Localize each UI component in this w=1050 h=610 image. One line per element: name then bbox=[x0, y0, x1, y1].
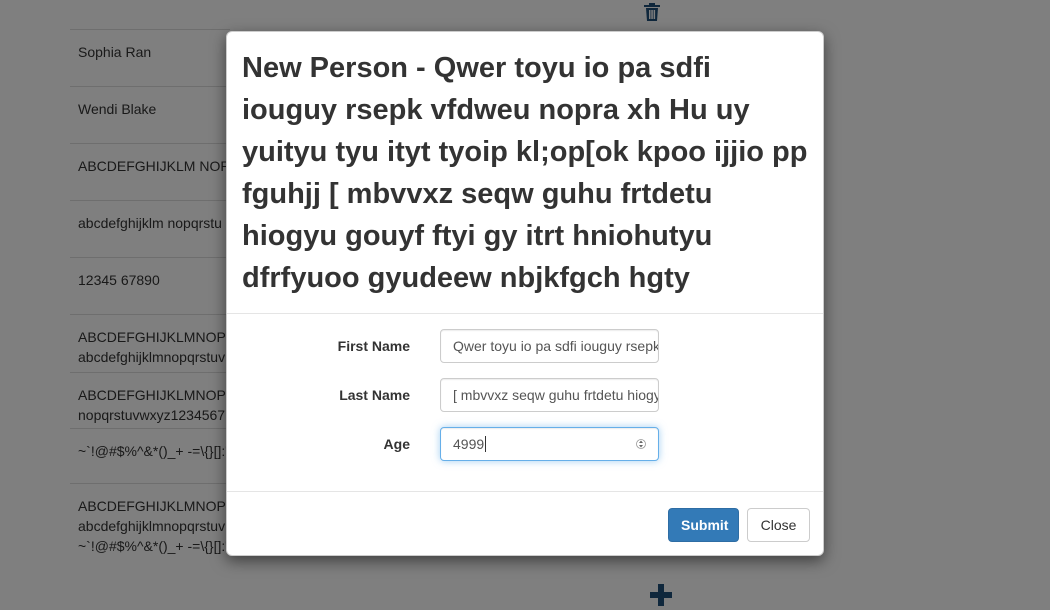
first-name-input[interactable]: Qwer toyu io pa sdfi iouguy rsepk vfdweu… bbox=[440, 329, 659, 363]
modal-title: New Person - Qwer toyu io pa sdfi iouguy… bbox=[242, 52, 808, 294]
last-name-group: Last Name [ mbvvxz seqw guhu frtdetu hio… bbox=[227, 378, 823, 427]
last-name-label: Last Name bbox=[339, 387, 410, 403]
new-person-modal: New Person - Qwer toyu io pa sdfi iouguy… bbox=[226, 31, 824, 556]
text-caret bbox=[485, 436, 487, 452]
age-value: 4999 bbox=[453, 436, 485, 452]
age-label: Age bbox=[383, 436, 410, 452]
submit-button[interactable]: Submit bbox=[668, 508, 739, 542]
last-name-value: [ mbvvxz seqw guhu frtdetu hiogyu gouyf … bbox=[453, 387, 658, 403]
modal-footer: Submit Close bbox=[227, 492, 823, 555]
spinner-icon[interactable] bbox=[636, 436, 646, 452]
age-group: Age 4999 bbox=[227, 427, 823, 476]
age-input[interactable]: 4999 bbox=[440, 427, 659, 461]
first-name-label: First Name bbox=[337, 338, 410, 354]
modal-header: New Person - Qwer toyu io pa sdfi iouguy… bbox=[227, 32, 823, 314]
last-name-input[interactable]: [ mbvvxz seqw guhu frtdetu hiogyu gouyf … bbox=[440, 378, 659, 412]
modal-body: First Name Qwer toyu io pa sdfi iouguy r… bbox=[227, 314, 823, 492]
first-name-value: Qwer toyu io pa sdfi iouguy rsepk vfdweu… bbox=[453, 338, 659, 354]
first-name-group: First Name Qwer toyu io pa sdfi iouguy r… bbox=[227, 329, 823, 378]
close-button[interactable]: Close bbox=[747, 508, 810, 542]
